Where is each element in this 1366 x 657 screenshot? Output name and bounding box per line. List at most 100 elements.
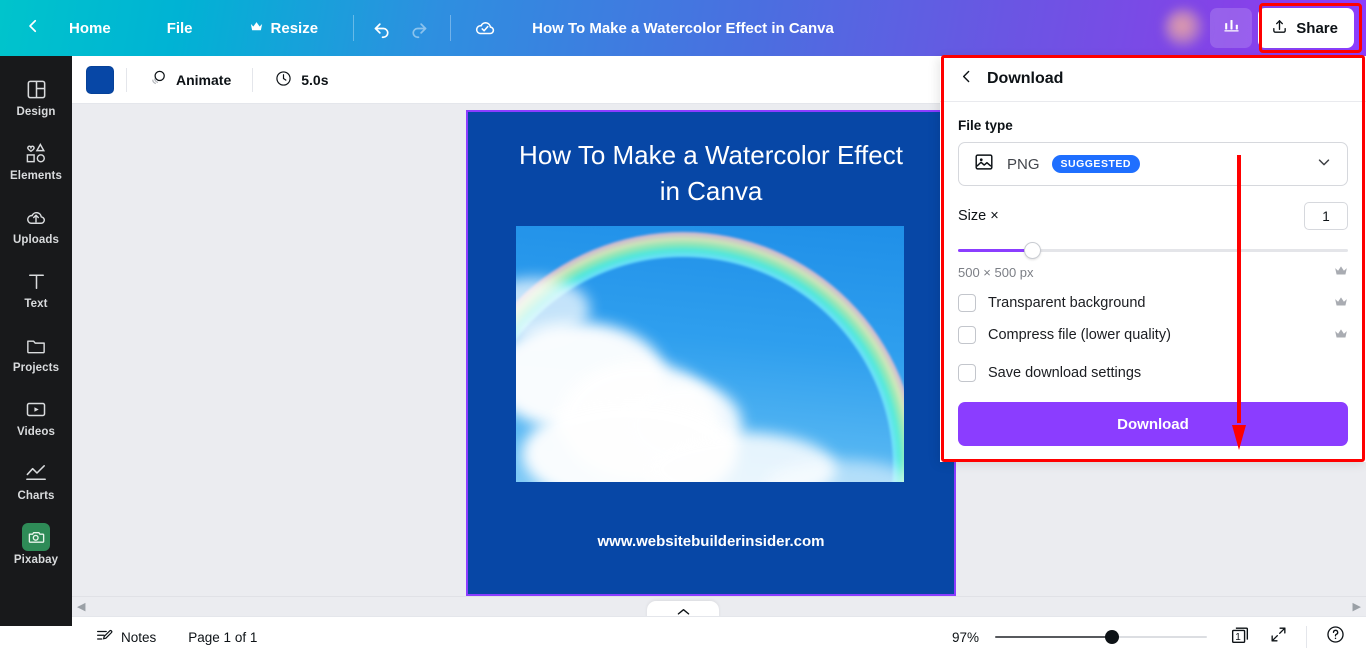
- notes-pencil-icon: [95, 627, 113, 648]
- suggested-badge: SUGGESTED: [1051, 155, 1140, 173]
- header-right-group: Share: [1164, 0, 1366, 56]
- size-input[interactable]: 1: [1304, 202, 1348, 230]
- option-transparent-background[interactable]: Transparent background: [958, 294, 1348, 312]
- sidebar-item-text[interactable]: Text: [4, 260, 68, 317]
- size-track-filled: [958, 249, 1032, 252]
- sidebar-item-label: Design: [16, 106, 56, 118]
- layout-grid-icon: [25, 77, 48, 101]
- design-page[interactable]: How To Make a Watercolor Effect in Canva…: [466, 110, 956, 596]
- header-divider-1: [353, 15, 355, 41]
- chevron-left-icon: [24, 17, 42, 40]
- canvas-title-text[interactable]: How To Make a Watercolor Effect in Canva: [508, 138, 914, 210]
- clock-icon: [274, 69, 293, 91]
- option-label: Compress file (lower quality): [988, 327, 1171, 343]
- shapes-icon: [24, 141, 49, 165]
- design-title-text[interactable]: How To Make a Watercolor Effect in Canva: [532, 20, 834, 37]
- animate-button[interactable]: Animate: [139, 62, 240, 97]
- sidebar-item-design[interactable]: Design: [4, 68, 68, 125]
- download-panel-footer: Download: [940, 402, 1366, 462]
- help-circle-icon: [1325, 624, 1346, 650]
- fullscreen-button[interactable]: [1261, 622, 1295, 652]
- cloud-sync-button[interactable]: [467, 10, 503, 46]
- page-color-swatch[interactable]: [86, 65, 114, 94]
- insights-button[interactable]: [1210, 8, 1253, 48]
- download-panel: Download File type PNG SUGGESTED Size × …: [940, 56, 1366, 462]
- panel-back-button[interactable]: [958, 68, 975, 90]
- home-label: Home: [69, 19, 111, 37]
- dimensions-row: 500 × 500 px: [958, 265, 1348, 280]
- sidebar-item-label: Projects: [12, 362, 60, 374]
- file-menu-button[interactable]: File: [154, 13, 206, 44]
- sidebar-item-label: Charts: [17, 490, 55, 502]
- animate-circles-icon: [148, 68, 168, 91]
- scroll-left-arrow-icon[interactable]: ◀: [77, 600, 85, 613]
- download-panel-title: Download: [987, 69, 1064, 87]
- crown-icon: [1334, 328, 1348, 343]
- expand-icon: [1269, 625, 1288, 649]
- home-menu-button[interactable]: Home: [56, 13, 124, 44]
- help-button[interactable]: [1318, 622, 1352, 652]
- sidebar-item-label: Videos: [16, 426, 56, 438]
- size-track-empty: [1032, 249, 1348, 252]
- zoom-level-label: 97%: [951, 629, 979, 645]
- sidebar-item-uploads[interactable]: Uploads: [4, 196, 68, 253]
- notes-button[interactable]: Notes: [86, 622, 165, 653]
- option-compress-file[interactable]: Compress file (lower quality): [958, 326, 1348, 344]
- crown-icon: [1334, 265, 1348, 280]
- redo-button[interactable]: [400, 10, 436, 46]
- file-type-label: File type: [958, 118, 1013, 133]
- crown-icon: [1334, 296, 1348, 311]
- image-icon: [973, 151, 995, 178]
- file-label: File: [166, 19, 193, 37]
- download-button[interactable]: Download: [958, 402, 1348, 446]
- download-button-label: Download: [1117, 415, 1189, 433]
- animate-label: Animate: [176, 71, 232, 88]
- sidebar-item-videos[interactable]: Videos: [4, 388, 68, 445]
- line-chart-icon: [24, 461, 49, 485]
- duration-button[interactable]: 5.0s: [265, 63, 337, 97]
- video-play-icon: [24, 397, 48, 421]
- upload-icon: [1271, 18, 1288, 39]
- duration-label: 5.0s: [301, 71, 329, 88]
- sidebar-item-elements[interactable]: Elements: [4, 132, 68, 189]
- sidebar-item-label: Pixabay: [13, 554, 59, 566]
- header-divider-2: [450, 15, 452, 41]
- pages-count: 1: [1235, 631, 1241, 643]
- folder-icon: [24, 333, 48, 357]
- back-button[interactable]: [16, 11, 50, 45]
- toolbar-divider-1: [126, 67, 127, 92]
- checkbox[interactable]: [958, 326, 976, 344]
- page-indicator: Page 1 of 1: [188, 629, 258, 645]
- share-button[interactable]: Share: [1258, 8, 1354, 48]
- undo-button[interactable]: [364, 10, 400, 46]
- file-type-value: PNG: [1007, 155, 1040, 173]
- text-t-icon: [25, 269, 48, 293]
- sidebar-item-pixabay[interactable]: Pixabay: [4, 516, 68, 573]
- sidebar-item-projects[interactable]: Projects: [4, 324, 68, 381]
- zoom-slider[interactable]: [995, 627, 1207, 647]
- sidebar-item-label: Elements: [10, 170, 62, 182]
- rainbow-over-clouds-photo[interactable]: [516, 226, 904, 482]
- zoom-track-filled: [995, 636, 1113, 638]
- toolbar-divider-2: [252, 67, 254, 92]
- size-slider-thumb[interactable]: [1024, 242, 1041, 259]
- status-divider: [1306, 626, 1307, 648]
- pages-view-button[interactable]: 1: [1223, 622, 1257, 652]
- scroll-right-arrow-icon[interactable]: ▶: [1353, 600, 1361, 613]
- option-save-download-settings[interactable]: Save download settings: [958, 364, 1348, 382]
- horizontal-scrollbar[interactable]: ◀ ▶: [72, 596, 1366, 616]
- sidebar-item-charts[interactable]: Charts: [4, 452, 68, 509]
- checkbox[interactable]: [958, 294, 976, 312]
- dimensions-label: 500 × 500 px: [958, 265, 1034, 280]
- option-label: Transparent background: [988, 295, 1146, 311]
- resize-button[interactable]: Resize: [236, 12, 332, 45]
- file-type-select[interactable]: PNG SUGGESTED: [958, 142, 1348, 186]
- canvas-url-text[interactable]: www.websitebuilderinsider.com: [468, 533, 954, 550]
- top-header-bar: Home File Resize How To Make a Watercolo…: [0, 0, 1366, 56]
- checkbox[interactable]: [958, 364, 976, 382]
- zoom-slider-thumb[interactable]: [1105, 630, 1119, 644]
- size-slider[interactable]: [958, 240, 1348, 260]
- avatar[interactable]: [1164, 8, 1205, 48]
- option-label: Save download settings: [988, 365, 1142, 381]
- chevron-down-icon[interactable]: [1315, 153, 1333, 176]
